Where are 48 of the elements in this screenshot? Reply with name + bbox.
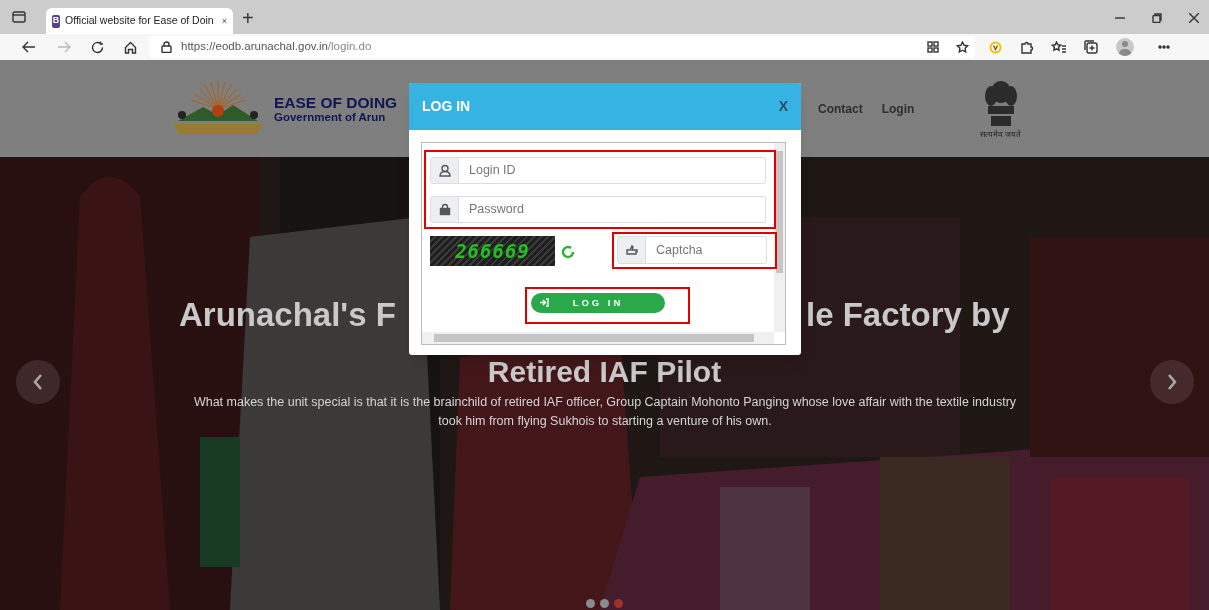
favicon-icon: B (52, 14, 61, 28)
scrollbar-thumb[interactable] (434, 334, 754, 342)
address-bar[interactable]: https://eodb.arunachal.gov.in/login.do (149, 36, 975, 58)
url-text: https://eodb.arunachal.gov.in/login.do (181, 39, 372, 55)
profile-avatar[interactable] (1116, 38, 1134, 56)
extension-icon[interactable] (989, 40, 1002, 54)
headline-text: Retired IAF Pilot (487, 355, 722, 389)
home-icon[interactable] (124, 40, 137, 54)
lock-icon (161, 41, 172, 53)
back-icon[interactable] (22, 41, 36, 53)
favorites-icon[interactable] (1051, 40, 1066, 54)
sidebar-icon[interactable] (12, 11, 26, 23)
hero-description: What makes the unit special is that it is the brainchild of retired IAF officer, Group Captain Mohonto Panging whose love affair with the textile industry took him from flying Sukhois to starting a venture of his own. (192, 394, 1018, 430)
refresh-icon[interactable] (560, 244, 576, 260)
puzzle-icon[interactable] (1020, 40, 1033, 54)
user-icon (438, 164, 451, 177)
close-icon[interactable] (222, 17, 227, 25)
previous-slide-button[interactable] (16, 360, 60, 404)
headline-text: le Factory by (806, 295, 1010, 335)
restore-icon[interactable] (1152, 13, 1162, 23)
favorite-add-icon[interactable] (956, 40, 969, 54)
collections-icon[interactable] (1084, 40, 1098, 54)
nav-link[interactable]: Contact (818, 99, 863, 118)
captcha-code: 266669 (455, 238, 530, 264)
more-icon[interactable] (1158, 45, 1170, 49)
headline-text: Arunachal's F (179, 295, 396, 335)
next-slide-button[interactable] (1150, 360, 1194, 404)
reload-icon[interactable] (91, 40, 104, 54)
chevron-left-icon (33, 374, 43, 390)
site-subtitle: Government of Arun (274, 110, 387, 124)
input-field[interactable]: Captcha (646, 236, 767, 264)
browser-tab[interactable]: B Official website for Ease of Doin (46, 8, 233, 34)
nav-link[interactable]: Login (881, 99, 915, 118)
emblem-motto: सत्यमेव जयते (980, 130, 1021, 139)
lock-icon (438, 203, 451, 216)
dialog-title: LOG IN (422, 97, 471, 116)
chevron-right-icon (1167, 374, 1177, 390)
input-field[interactable]: Password (459, 196, 766, 223)
new-tab-button[interactable]: + (242, 8, 254, 28)
site-title: EASE OF DOING (274, 93, 399, 111)
input-field[interactable]: Login ID (459, 157, 766, 184)
close-icon[interactable] (1189, 13, 1199, 23)
login-button[interactable]: LOG IN (531, 293, 665, 313)
grid-icon[interactable] (927, 41, 939, 53)
scrollbar-thumb[interactable] (776, 151, 783, 273)
close-button[interactable]: X (778, 96, 788, 117)
tab-title: Official website for Ease of Doin (65, 13, 215, 29)
sign-in-icon (540, 298, 549, 307)
